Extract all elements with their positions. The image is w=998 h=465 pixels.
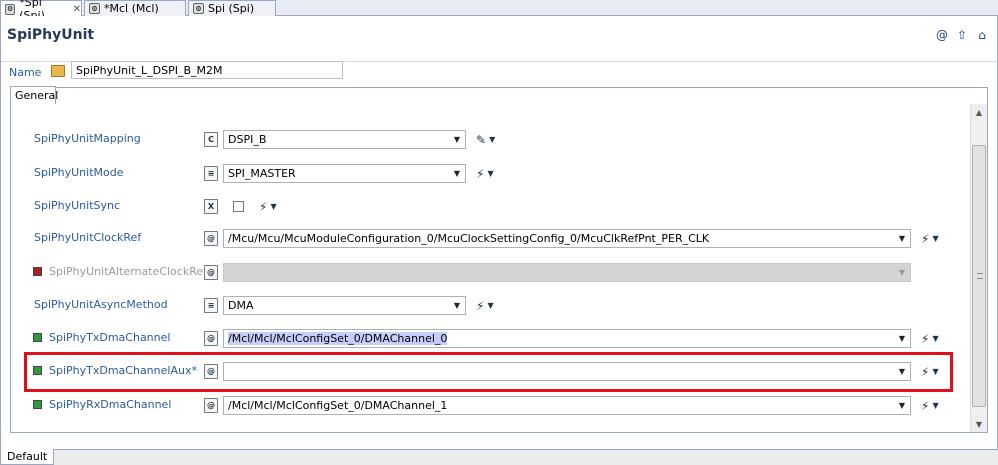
dropdown-arrow-icon: ▼ xyxy=(489,135,496,144)
calc-action-menu[interactable]: ⚡ ▼ xyxy=(921,231,939,246)
tx-dma-channel-combo[interactable]: /Mcl/Mcl/MclConfigSet_0/DMAChannel_0 ▼ xyxy=(223,329,911,348)
combo-value: DMA xyxy=(228,299,254,312)
pencil-icon: ✎ xyxy=(476,132,487,147)
chevron-down-icon: ▼ xyxy=(898,268,906,277)
calc-action-menu[interactable]: ⚡ ▼ xyxy=(259,199,277,214)
name-label: Name xyxy=(9,66,42,79)
tab-label: Spi (Spi) xyxy=(208,2,255,15)
row-spi-phy-unit-mode: SpiPhyUnitMode ≡ SPI_MASTER ▼ ⚡ ▼ xyxy=(11,162,970,186)
dropdown-arrow-icon: ▼ xyxy=(270,202,277,211)
rx-dma-channel-combo[interactable]: /Mcl/Mcl/MclConfigSet_0/DMAChannel_1 ▼ xyxy=(223,396,911,415)
param-label[interactable]: SpiPhyRxDmaChannel xyxy=(49,398,171,411)
at-sign-icon[interactable]: @ xyxy=(935,28,949,42)
calc-action-menu[interactable]: ⚡ ▼ xyxy=(476,298,494,313)
row-spi-phy-unit-clock-ref: SpiPhyUnitClockRef @ /Mcu/Mcu/McuModuleC… xyxy=(11,227,970,251)
dropdown-arrow-icon: ▼ xyxy=(932,334,939,343)
name-field[interactable] xyxy=(71,61,343,79)
scroll-up-icon[interactable]: ▲ xyxy=(971,104,987,120)
header-toolbar: @ ⇧ ⌂ xyxy=(935,28,989,42)
param-label[interactable]: SpiPhyUnitMapping xyxy=(34,132,141,145)
disabled-status-icon xyxy=(33,267,42,276)
scroll-down-icon[interactable]: ▼ xyxy=(971,416,987,432)
combo-value: /Mcl/Mcl/MclConfigSet_0/DMAChannel_1 xyxy=(228,399,448,412)
enum-icon: ≡ xyxy=(204,166,218,181)
wrench-icon: ⚡ xyxy=(921,331,930,346)
reference-icon: @ xyxy=(204,398,218,413)
reference-icon: @ xyxy=(204,231,218,246)
config-file-icon: ⚙ xyxy=(193,3,204,14)
home-icon[interactable]: ⌂ xyxy=(975,28,989,42)
wrench-icon: ⚡ xyxy=(921,398,930,413)
param-label[interactable]: SpiPhyUnitAsyncMethod xyxy=(34,298,168,311)
config-file-icon: ⚙ xyxy=(89,3,100,14)
combo-value: /Mcl/Mcl/MclConfigSet_0/DMAChannel_0 xyxy=(228,332,448,345)
highlight-annotation-box xyxy=(24,352,953,392)
close-icon[interactable]: ✕ xyxy=(73,4,81,15)
chevron-down-icon[interactable]: ▼ xyxy=(451,299,463,312)
param-label: SpiPhyUnitAlternateClockRef xyxy=(49,265,207,278)
wrench-icon: ⚡ xyxy=(259,199,268,214)
wrench-icon: ⚡ xyxy=(476,298,485,313)
calc-action-menu[interactable]: ⚡ ▼ xyxy=(921,331,939,346)
reference-icon: @ xyxy=(204,265,218,280)
enabled-status-icon xyxy=(33,333,42,342)
clock-ref-combo[interactable]: /Mcu/Mcu/McuModuleConfiguration_0/McuClo… xyxy=(223,229,911,248)
tab-label: *Mcl (Mcl) xyxy=(104,2,159,15)
combo-value: SPI_MASTER xyxy=(228,167,296,180)
row-spi-phy-unit-mapping: SpiPhyUnitMapping C DSPI_B ▼ ✎ ▼ xyxy=(11,128,970,152)
tab-general[interactable]: General xyxy=(10,86,58,104)
vertical-scrollbar[interactable]: ▲ ▼ xyxy=(970,104,987,432)
editor-tab-bar: ⚙ *Spi (Spi) ✕ ⚙ *Mcl (Mcl) ⚙ Spi (Spi) xyxy=(0,0,998,22)
param-label[interactable]: SpiPhyUnitSync xyxy=(34,199,120,212)
boolean-icon: X xyxy=(204,199,218,214)
chevron-down-icon[interactable]: ▼ xyxy=(896,332,908,345)
alternate-clock-ref-combo: ▼ xyxy=(223,263,911,282)
combo-value: DSPI_B xyxy=(228,133,267,146)
reference-icon: @ xyxy=(204,331,218,346)
enum-icon: ≡ xyxy=(204,298,218,313)
wrench-icon: ⚡ xyxy=(921,231,930,246)
up-arrow-icon[interactable]: ⇧ xyxy=(955,28,969,42)
row-spi-phy-tx-dma-channel: SpiPhyTxDmaChannel @ /Mcl/Mcl/MclConfigS… xyxy=(11,327,970,351)
edit-action-menu[interactable]: ✎ ▼ xyxy=(476,132,495,147)
page-title: SpiPhyUnit xyxy=(7,27,95,43)
row-spi-phy-unit-async-method: SpiPhyUnitAsyncMethod ≡ DMA ▼ ⚡ ▼ xyxy=(11,294,970,318)
chevron-down-icon[interactable]: ▼ xyxy=(451,133,463,146)
folder-icon xyxy=(51,65,65,77)
row-spi-phy-unit-sync: SpiPhyUnitSync X ⚡ ▼ xyxy=(11,195,970,219)
tab-spi-dirty[interactable]: ⚙ *Spi (Spi) ✕ xyxy=(0,0,82,22)
config-file-icon: ⚙ xyxy=(5,3,16,15)
grip-icon xyxy=(977,273,983,279)
tab-default[interactable]: Default xyxy=(0,449,55,465)
param-label[interactable]: SpiPhyTxDmaChannel xyxy=(49,331,170,344)
mode-combo[interactable]: SPI_MASTER ▼ xyxy=(223,164,466,183)
dropdown-arrow-icon: ▼ xyxy=(932,401,939,410)
chevron-down-icon[interactable]: ▼ xyxy=(896,232,908,245)
sync-checkbox[interactable] xyxy=(233,201,244,212)
enum-class-icon: C xyxy=(204,132,218,147)
dropdown-arrow-icon: ▼ xyxy=(487,169,494,178)
row-spi-phy-rx-dma-channel: SpiPhyRxDmaChannel @ /Mcl/Mcl/MclConfigS… xyxy=(11,394,970,418)
chevron-down-icon[interactable]: ▼ xyxy=(896,399,908,412)
async-method-combo[interactable]: DMA ▼ xyxy=(223,296,466,315)
tab-spi[interactable]: ⚙ Spi (Spi) xyxy=(188,0,276,16)
param-label[interactable]: SpiPhyUnitClockRef xyxy=(34,231,141,244)
chevron-down-icon[interactable]: ▼ xyxy=(451,167,463,180)
combo-value: /Mcu/Mcu/McuModuleConfiguration_0/McuClo… xyxy=(228,232,710,245)
row-spi-phy-unit-alternate-clock-ref: SpiPhyUnitAlternateClockRef @ ▼ xyxy=(11,261,970,285)
wrench-icon: ⚡ xyxy=(476,166,485,181)
dropdown-arrow-icon: ▼ xyxy=(487,301,494,310)
enabled-status-icon xyxy=(33,400,42,409)
param-label[interactable]: SpiPhyUnitMode xyxy=(34,166,124,179)
mapping-combo[interactable]: DSPI_B ▼ xyxy=(223,130,466,149)
tab-mcl-dirty[interactable]: ⚙ *Mcl (Mcl) xyxy=(84,0,186,16)
scrollbar-thumb[interactable] xyxy=(972,145,986,407)
calc-action-menu[interactable]: ⚡ ▼ xyxy=(476,166,494,181)
editor-bottom-tabs: Default xyxy=(0,449,998,465)
dropdown-arrow-icon: ▼ xyxy=(932,234,939,243)
calc-action-menu[interactable]: ⚡ ▼ xyxy=(921,398,939,413)
